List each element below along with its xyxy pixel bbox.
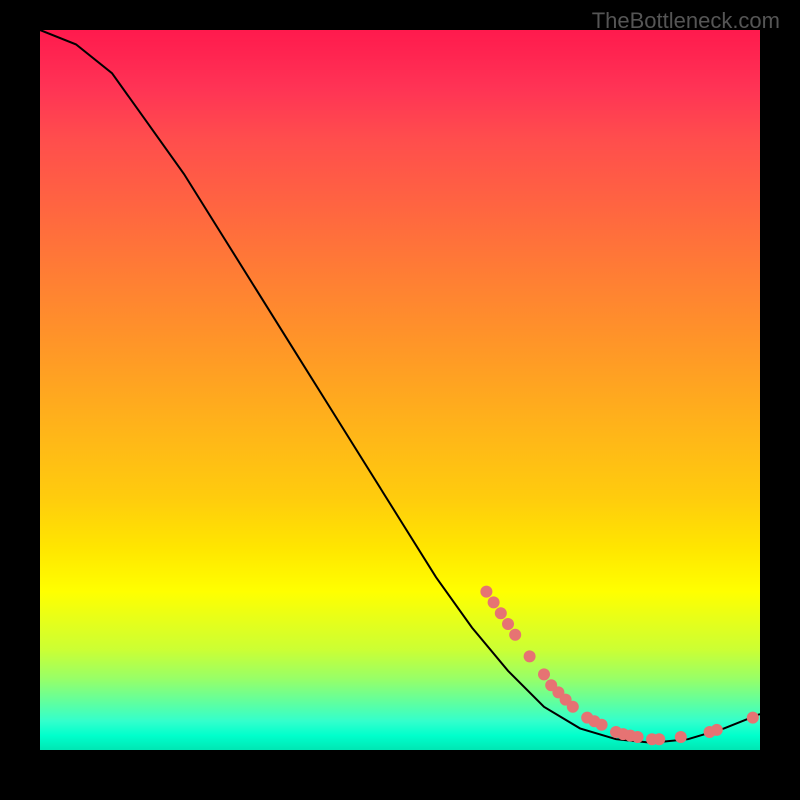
data-point (488, 596, 500, 608)
data-point (502, 618, 514, 630)
data-point (675, 731, 687, 743)
data-point (567, 701, 579, 713)
data-point (495, 607, 507, 619)
data-point (538, 668, 550, 680)
data-point (711, 724, 723, 736)
data-points-group (480, 586, 758, 746)
watermark-text: TheBottleneck.com (592, 8, 780, 34)
data-point (747, 712, 759, 724)
data-point (632, 731, 644, 743)
data-point (596, 719, 608, 731)
data-point (480, 586, 492, 598)
data-point (509, 629, 521, 641)
chart-container (40, 30, 760, 750)
data-point (653, 733, 665, 745)
bottleneck-curve (40, 30, 760, 743)
data-point (524, 650, 536, 662)
chart-svg (40, 30, 760, 750)
